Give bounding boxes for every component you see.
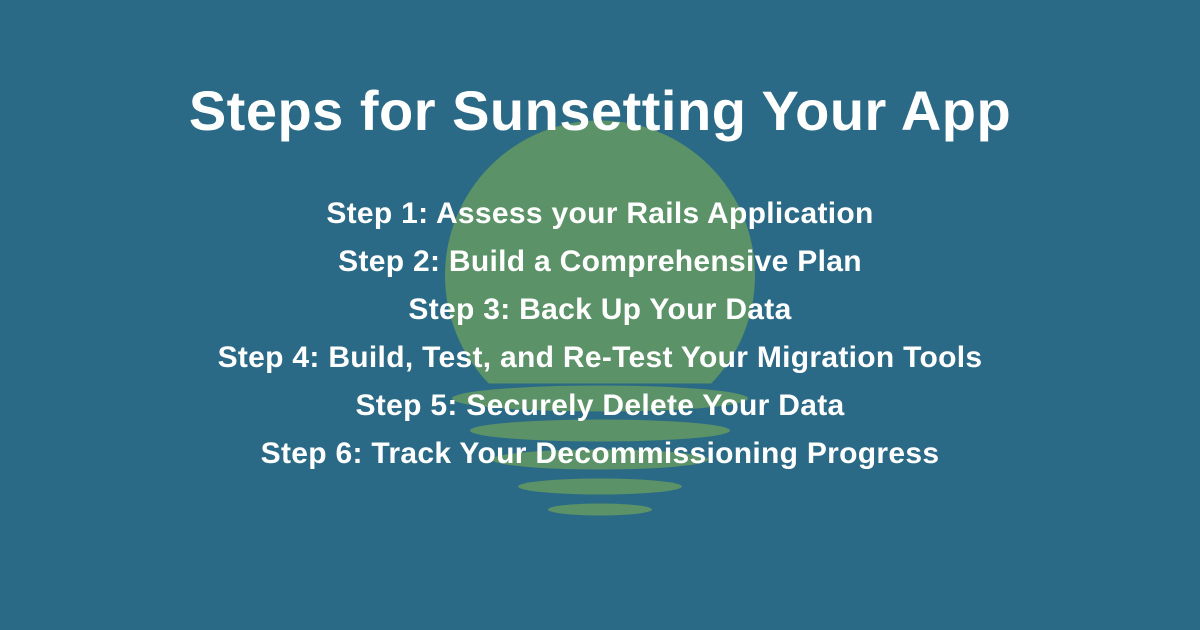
step-item: Step 3: Back Up Your Data [408,293,791,327]
step-item: Step 2: Build a Comprehensive Plan [338,245,862,279]
step-item: Step 4: Build, Test, and Re-Test Your Mi… [218,341,983,375]
step-item: Step 6: Track Your Decommissioning Progr… [261,437,940,471]
step-item: Step 1: Assess your Rails Application [326,197,873,231]
step-item: Step 5: Securely Delete Your Data [356,389,845,423]
slide-content: Steps for Sunsetting Your App Step 1: As… [0,0,1200,630]
steps-list: Step 1: Assess your Rails Application St… [218,197,983,471]
slide-title: Steps for Sunsetting Your App [189,78,1011,143]
